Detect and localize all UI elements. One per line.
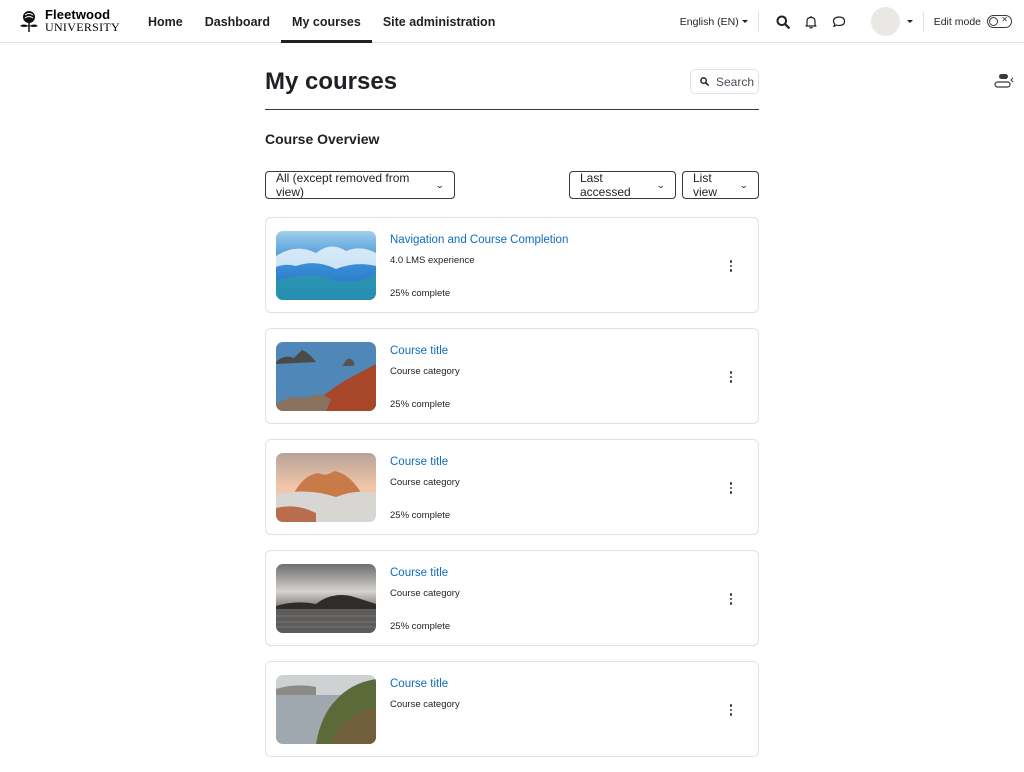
nav-item-dashboard[interactable]: Dashboard (194, 0, 281, 43)
user-menu-caret-icon[interactable] (906, 20, 913, 23)
course-card: Course title Course category (265, 661, 759, 757)
course-progress: 25% complete (390, 288, 451, 299)
top-navbar: Fleetwood UNIVERSITY Home Dashboard My c… (0, 0, 1024, 43)
course-title-link[interactable]: Navigation and Course Completion (390, 234, 568, 246)
course-card: Course title Course category 25% complet… (265, 550, 759, 646)
course-image[interactable] (276, 675, 376, 744)
search-icon (776, 15, 790, 29)
notifications-button[interactable] (797, 8, 825, 36)
page-header: My courses Search (265, 43, 759, 110)
course-actions-menu[interactable] (726, 369, 736, 385)
nav-item-my-courses[interactable]: My courses (281, 0, 372, 43)
course-card: Course title Course category 25% complet… (265, 439, 759, 535)
rose-crest-icon (20, 10, 38, 32)
course-title-link[interactable]: Course title (390, 567, 448, 579)
primary-navigation: Home Dashboard My courses Site administr… (137, 0, 506, 43)
course-card: Course title Course category 25% complet… (265, 328, 759, 424)
sort-dropdown[interactable]: Last accessed ⌄ (569, 171, 676, 199)
course-category: 4.0 LMS experience (390, 255, 475, 266)
chevron-down-icon: ⌄ (656, 179, 666, 190)
course-image[interactable] (276, 231, 376, 300)
section-title: Course Overview (265, 131, 380, 147)
course-title-link[interactable]: Course title (390, 345, 448, 357)
bell-icon (805, 15, 817, 28)
view-dropdown[interactable]: List view ⌄ (682, 171, 759, 199)
course-image[interactable] (276, 453, 376, 522)
edit-mode-label: Edit mode (933, 15, 981, 28)
toggle-off-icon: ✕ (1001, 15, 1008, 24)
divider (757, 11, 759, 32)
blocks-drawer-icon (994, 74, 1014, 88)
course-filters: All (except removed from view) ⌄ Last ac… (265, 171, 759, 201)
course-category: Course category (390, 699, 460, 710)
site-logo[interactable]: Fleetwood UNIVERSITY (17, 8, 120, 33)
view-value: List view (693, 171, 718, 199)
course-actions-menu[interactable] (726, 258, 736, 274)
language-menu[interactable]: English (EN) (680, 16, 748, 28)
grouping-value: All (except removed from view) (276, 171, 410, 199)
grouping-dropdown[interactable]: All (except removed from view) ⌄ (265, 171, 455, 199)
search-icon (700, 77, 709, 86)
search-label: Search (716, 74, 755, 89)
chevron-down-icon: ⌄ (739, 179, 749, 190)
toggle-knob (989, 17, 998, 26)
course-card: Navigation and Course Completion 4.0 LMS… (265, 217, 759, 313)
user-navigation: English (EN) Edit mode ✕ (680, 0, 1012, 43)
search-button[interactable] (769, 8, 797, 36)
chat-bubble-icon (832, 15, 845, 27)
course-category: Course category (390, 366, 460, 377)
course-progress: 25% complete (390, 510, 451, 521)
course-title-link[interactable]: Course title (390, 678, 448, 690)
page-title: My courses (265, 68, 398, 95)
course-title-link[interactable]: Course title (390, 456, 448, 468)
course-list: Navigation and Course Completion 4.0 LMS… (265, 217, 759, 772)
course-actions-menu[interactable] (726, 480, 736, 496)
messages-button[interactable] (825, 8, 853, 36)
edit-mode-toggle[interactable]: ✕ (987, 15, 1012, 28)
language-label: English (EN) (679, 15, 739, 28)
main-content: My courses Search Course Overview All (e… (265, 43, 759, 201)
block-drawer-toggle[interactable] (992, 72, 1014, 90)
sort-value: Last accessed (580, 171, 631, 199)
course-image[interactable] (276, 342, 376, 411)
caret-down-icon (741, 20, 748, 23)
course-actions-menu[interactable] (726, 591, 736, 607)
course-category: Course category (390, 588, 460, 599)
course-image[interactable] (276, 564, 376, 633)
course-progress: 25% complete (390, 621, 451, 632)
course-actions-menu[interactable] (726, 702, 736, 718)
course-category: Course category (390, 477, 460, 488)
course-search-button[interactable]: Search (690, 69, 759, 94)
brand-subtitle: UNIVERSITY (45, 20, 120, 34)
divider (922, 11, 924, 32)
user-avatar[interactable] (870, 7, 900, 36)
nav-item-home[interactable]: Home (137, 0, 194, 43)
nav-item-site-administration[interactable]: Site administration (372, 0, 507, 43)
course-progress: 25% complete (390, 399, 451, 410)
chevron-down-icon: ⌄ (435, 179, 445, 190)
